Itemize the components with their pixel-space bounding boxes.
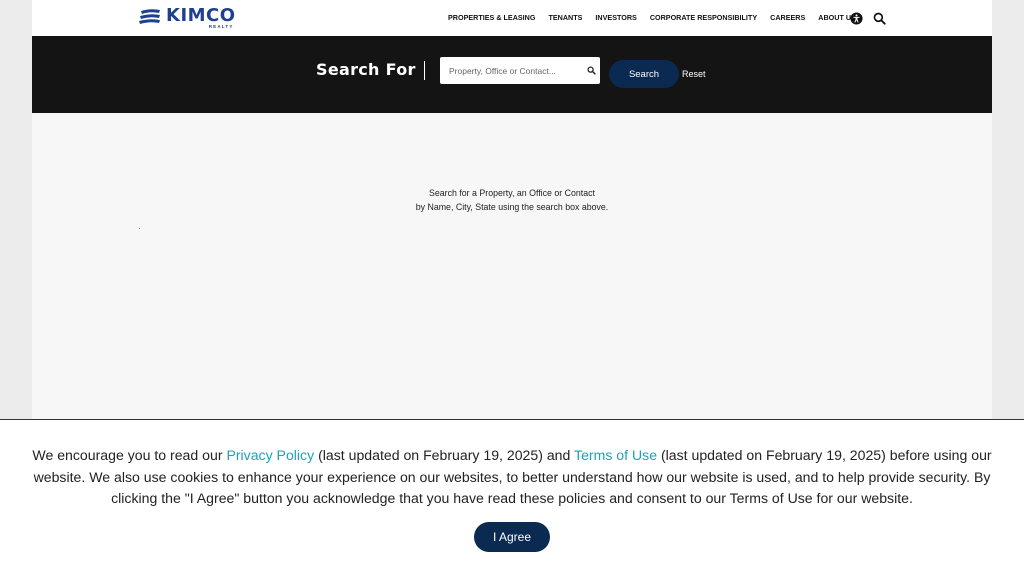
- nav-investors[interactable]: INVESTORS: [595, 12, 636, 24]
- search-title: Search For: [316, 60, 416, 79]
- i-agree-button[interactable]: I Agree: [474, 522, 550, 552]
- search-hint: Search for a Property, an Office or Cont…: [32, 186, 992, 214]
- kimco-logo[interactable]: KIMCO REALTY: [138, 6, 248, 32]
- input-search-icon[interactable]: [587, 66, 596, 75]
- terms-of-use-link[interactable]: Terms of Use: [574, 447, 657, 463]
- search-bar: Search For Search Reset: [32, 36, 992, 113]
- search-button[interactable]: Search: [609, 60, 679, 88]
- main-nav: PROPERTIES & LEASING TENANTS INVESTORS C…: [448, 12, 869, 24]
- logo-subtext: REALTY: [208, 24, 234, 29]
- site-header: KIMCO REALTY PROPERTIES & LEASING TENANT…: [32, 0, 992, 36]
- hint-line-1: Search for a Property, an Office or Cont…: [429, 188, 595, 198]
- logo-mark-icon: [139, 9, 160, 24]
- cookie-text-2: (last updated on February 19, 2025) and: [314, 447, 575, 463]
- cookie-banner: We encourage you to read our Privacy Pol…: [0, 419, 1024, 576]
- cookie-text: We encourage you to read our Privacy Pol…: [14, 445, 1010, 510]
- stray-dot: [139, 228, 140, 229]
- nav-corporate-responsibility[interactable]: CORPORATE RESPONSIBILITY: [650, 12, 757, 24]
- reset-link[interactable]: Reset: [682, 69, 706, 79]
- nav-tenants[interactable]: TENANTS: [548, 12, 582, 24]
- privacy-policy-link[interactable]: Privacy Policy: [226, 447, 314, 463]
- logo-word: KIMCO: [166, 5, 236, 26]
- search-divider: [424, 61, 425, 80]
- cookie-text-1: We encourage you to read our: [32, 447, 227, 463]
- search-input[interactable]: [440, 57, 586, 84]
- nav-careers[interactable]: CAREERS: [770, 12, 805, 24]
- search-icon[interactable]: [873, 12, 886, 25]
- nav-properties-leasing[interactable]: PROPERTIES & LEASING: [448, 12, 535, 24]
- logo-text: KIMCO REALTY: [166, 5, 236, 30]
- accessibility-icon[interactable]: [850, 12, 863, 25]
- hint-line-2: by Name, City, State using the search bo…: [415, 202, 609, 212]
- search-field: [440, 57, 600, 84]
